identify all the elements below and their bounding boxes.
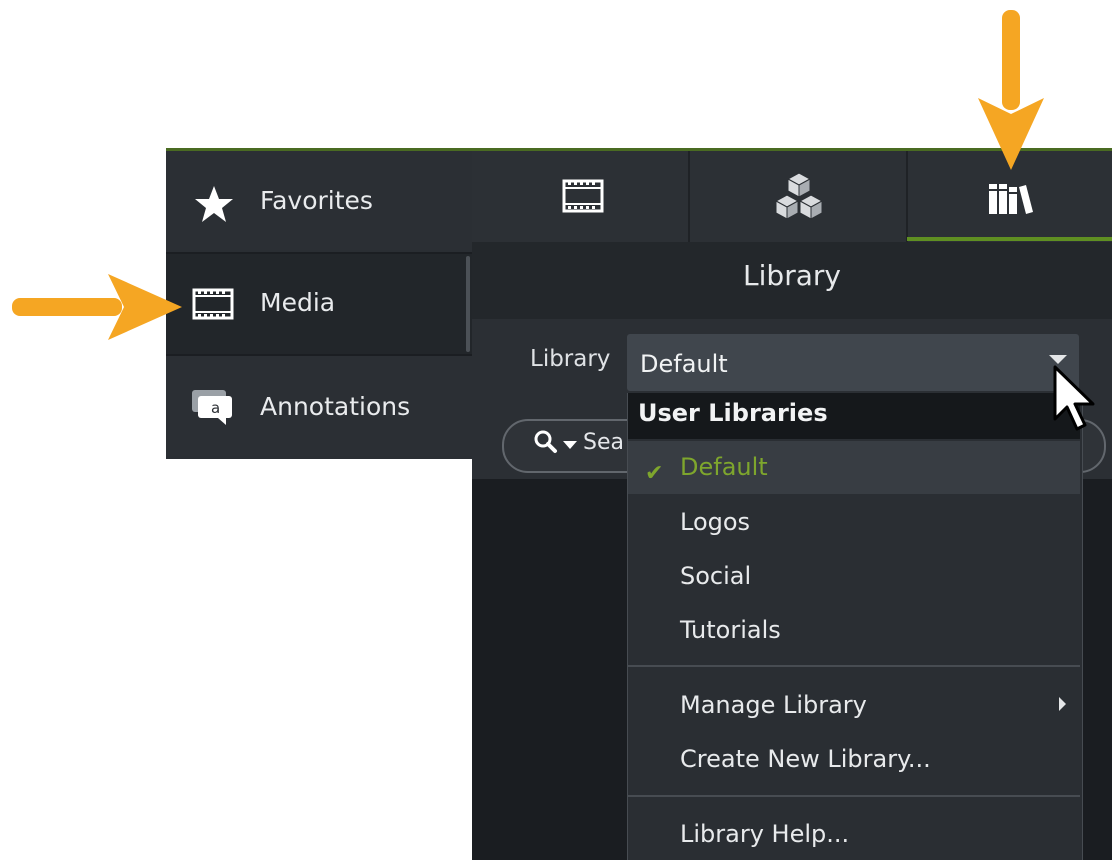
scrollbar[interactable] xyxy=(466,256,470,352)
page-title: Library xyxy=(743,259,841,292)
menu-divider xyxy=(628,795,1080,797)
library-books-icon xyxy=(988,181,1034,219)
menu-item-default[interactable]: Default xyxy=(680,453,768,481)
arrow-down-icon xyxy=(974,6,1048,176)
chevron-right-icon xyxy=(1059,697,1066,711)
library-label: Library xyxy=(530,346,611,372)
check-icon: ✔ xyxy=(645,461,664,486)
search-icon[interactable] xyxy=(533,429,559,459)
sidebar-item-media[interactable]: Media xyxy=(166,254,472,354)
star-icon xyxy=(192,184,236,228)
sidebar-item-favorites[interactable]: Favorites xyxy=(166,150,472,250)
menu-section-label: User Libraries xyxy=(638,399,828,427)
search-placeholder: Sea xyxy=(583,430,624,455)
menu-item-library-help[interactable]: Library Help... xyxy=(680,820,849,848)
menu-divider xyxy=(628,665,1080,667)
sidebar: Favorites Media a Annotations xyxy=(166,150,472,459)
tab-assets[interactable] xyxy=(690,151,906,242)
sidebar-item-label: Annotations xyxy=(260,392,411,421)
menu-item-tutorials[interactable]: Tutorials xyxy=(680,616,781,644)
caret-down-icon[interactable] xyxy=(563,441,577,449)
sidebar-item-label: Media xyxy=(260,288,336,317)
sidebar-item-annotations[interactable]: a Annotations xyxy=(166,356,472,456)
menu-item-manage-library[interactable]: Manage Library xyxy=(680,691,867,719)
svg-text:a: a xyxy=(211,399,220,417)
arrow-right-icon xyxy=(8,270,184,348)
callout-icon: a xyxy=(192,386,236,430)
film-icon xyxy=(192,288,234,324)
sidebar-item-label: Favorites xyxy=(260,186,373,215)
film-icon xyxy=(562,179,604,217)
cubes-icon xyxy=(770,171,828,227)
library-select-value: Default xyxy=(640,350,728,378)
active-tab-indicator xyxy=(907,237,1112,241)
tab-media[interactable] xyxy=(472,151,688,242)
menu-item-social[interactable]: Social xyxy=(680,562,751,590)
menu-item-create-new-library[interactable]: Create New Library... xyxy=(680,745,931,773)
mouse-cursor-icon xyxy=(1051,363,1097,439)
menu-item-logos[interactable]: Logos xyxy=(680,508,750,536)
